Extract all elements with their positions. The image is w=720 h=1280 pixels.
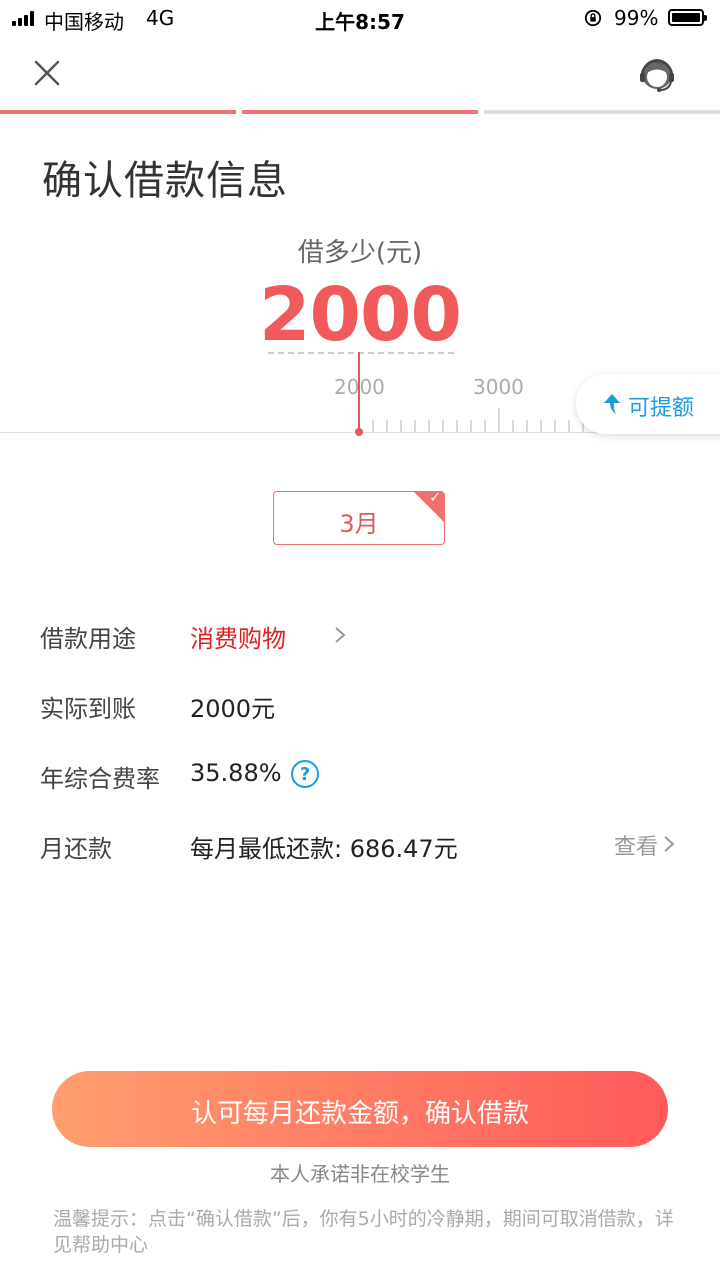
received-label: 实际到账: [40, 695, 136, 723]
progress-step-2: [242, 110, 478, 114]
raise-limit-button[interactable]: 可提额: [576, 374, 720, 434]
check-icon: ✓: [429, 491, 441, 506]
customer-service-icon: [640, 59, 674, 92]
confirm-loan-button[interactable]: 认可每月还款金额，确认借款: [52, 1071, 668, 1147]
view-chevron-icon[interactable]: [662, 834, 676, 854]
status-time: 上午8:57: [315, 10, 405, 34]
chevron-right-icon[interactable]: [333, 625, 347, 645]
student-pledge-text: 本人承诺非在校学生: [270, 1162, 450, 1186]
close-button[interactable]: [28, 54, 66, 92]
close-icon: [34, 60, 60, 86]
slider-indicator-dot: [355, 428, 363, 436]
received-value: 2000元: [190, 695, 276, 723]
purpose-value[interactable]: 消费购物: [190, 619, 286, 654]
rate-label: 年综合费率: [40, 765, 160, 793]
svg-text:?: ?: [300, 764, 310, 785]
orientation-lock-icon: [584, 9, 602, 27]
rate-value: 35.88%: [190, 759, 282, 787]
arrow-up-icon: [604, 394, 620, 414]
battery-percent: 99%: [614, 6, 659, 30]
term-option-3-months[interactable]: 3月 ✓: [273, 491, 445, 545]
view-label: 查看: [614, 835, 659, 860]
cooling-off-tip: 温馨提示：点击“确认借款”后，你有5小时的冷静期，期间可取消借款，详见帮助中心: [53, 1208, 674, 1256]
view-schedule-link[interactable]: 查看: [614, 829, 658, 861]
confirm-loan-label: 认可每月还款金额，确认借款: [190, 1099, 529, 1129]
page-title: 确认借款信息: [42, 158, 288, 204]
battery-icon: [668, 9, 707, 26]
monthly-label: 月还款: [40, 835, 112, 863]
amount-label: 借多少(元): [297, 238, 423, 268]
purpose-label: 借款用途: [40, 625, 136, 653]
slider-indicator[interactable]: [358, 352, 360, 432]
progress-step-1: [0, 110, 236, 114]
raise-limit-label: 可提额: [628, 396, 695, 421]
help-icon[interactable]: ?: [290, 759, 320, 789]
monthly-value: 每月最低还款: 686.47元: [190, 835, 458, 863]
amount-value: 2000: [259, 272, 462, 358]
progress-step-3: [484, 110, 720, 114]
scale-label-3000: 3000: [473, 375, 524, 399]
customer-service-button[interactable]: [636, 54, 678, 96]
status-bar: 中国移动 4G 上午8:57 99%: [0, 0, 720, 38]
